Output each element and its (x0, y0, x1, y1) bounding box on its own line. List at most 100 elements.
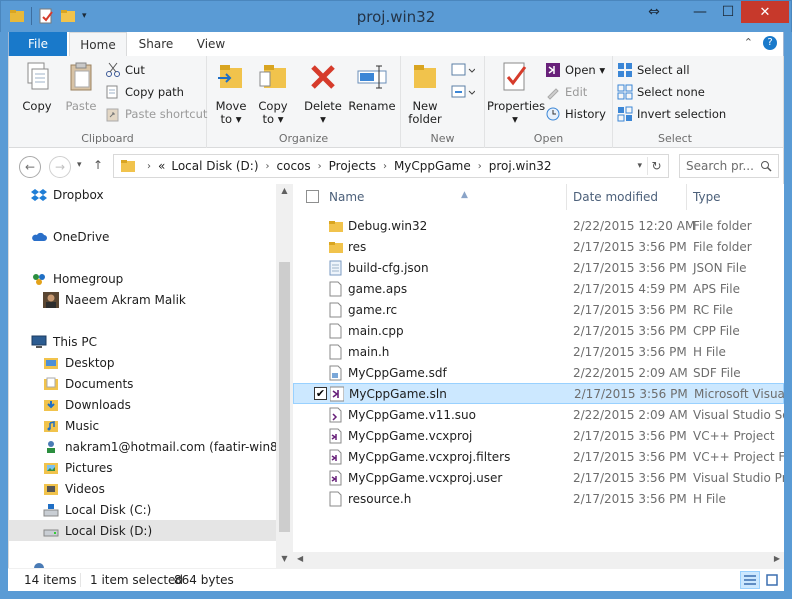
select-none-icon (617, 84, 633, 100)
rename-icon (357, 65, 387, 89)
new-folder-button[interactable]: New folder (405, 60, 445, 126)
open-button[interactable]: Open ▾ (545, 60, 605, 80)
minimize-ribbon-icon[interactable]: ⌃ (744, 36, 753, 50)
tab-share[interactable]: Share (131, 32, 181, 56)
recent-locations-chevron-icon[interactable]: ▾ (77, 160, 82, 170)
nav-pane-scroll-thumb[interactable] (279, 262, 290, 532)
large-icons-view-button[interactable] (762, 571, 782, 589)
nav-item-local-disk-c[interactable]: Local Disk (C:) (43, 499, 151, 520)
tab-home[interactable]: Home (69, 32, 127, 56)
nav-item-videos[interactable]: Videos (43, 478, 105, 499)
select-none-button[interactable]: Select none (617, 82, 705, 102)
search-box[interactable]: Search pr... (679, 154, 779, 178)
paste-button[interactable]: Paste (61, 60, 101, 113)
file-list-horizontal-scrollbar[interactable]: ◀ ▶ (293, 552, 784, 568)
delete-button[interactable]: Delete ▾ (301, 60, 345, 126)
details-view-button[interactable] (740, 571, 760, 589)
file-row[interactable]: MyCppGame.v11.suo 2/22/2015 2:09 AM Visual… (293, 404, 784, 425)
breadcrumb-overflow[interactable]: « (158, 159, 165, 173)
file-row[interactable]: MyCppGame.sdf 2/22/2015 2:09 AM SDF File (293, 362, 784, 383)
history-button[interactable]: History (545, 104, 606, 124)
nav-item-downloads[interactable]: Downloads (43, 394, 131, 415)
new-item-icon[interactable] (451, 62, 475, 78)
breadcrumb-chevron-icon[interactable]: › (478, 161, 482, 172)
breadcrumb-proj-win32[interactable]: proj.win32 (489, 159, 552, 173)
maximize-button[interactable]: ☐ (715, 1, 741, 23)
rename-button[interactable]: Rename (347, 60, 397, 113)
file-row[interactable]: game.aps 2/17/2015 4:59 PM APS File (293, 278, 784, 299)
file-row[interactable]: main.h 2/17/2015 3:56 PM H File (293, 341, 784, 362)
close-button[interactable]: ✕ (741, 1, 789, 23)
nav-item-pictures[interactable]: Pictures (43, 457, 113, 478)
column-header-type[interactable]: Type (687, 184, 784, 210)
nav-pane-scrollbar[interactable]: ▲ ▼ (276, 184, 293, 568)
address-dropdown-icon[interactable]: ▾ (637, 161, 642, 171)
select-all-checkbox[interactable] (306, 190, 319, 203)
file-row[interactable]: resource.h 2/17/2015 3:56 PM H File (293, 488, 784, 509)
file-row[interactable]: game.rc 2/17/2015 3:56 PM RC File (293, 299, 784, 320)
file-row[interactable]: res 2/17/2015 3:56 PM File folder (293, 236, 784, 257)
nav-item-homegroup[interactable]: Homegroup (31, 268, 123, 289)
file-row[interactable]: main.cpp 2/17/2015 3:56 PM CPP File (293, 320, 784, 341)
file-name-cell: res (329, 239, 366, 255)
breadcrumb-chevron-icon[interactable]: › (383, 161, 387, 172)
breadcrumb-mycppgame[interactable]: MyCppGame (394, 159, 471, 173)
edit-button[interactable]: Edit (545, 82, 587, 102)
move-to-button[interactable]: Move to ▾ (211, 60, 251, 126)
paste-shortcut-button[interactable]: Paste shortcut (105, 104, 207, 124)
minimize-button[interactable]: — (685, 1, 715, 23)
file-row[interactable]: MyCppGame.vcxproj 2/17/2015 3:56 PM VC++ P… (293, 425, 784, 446)
network-icon[interactable] (31, 560, 47, 568)
file-row[interactable]: build-cfg.json 2/17/2015 3:56 PM JSON File (293, 257, 784, 278)
breadcrumb-chevron-icon[interactable]: › (266, 161, 270, 172)
refresh-icon[interactable]: ↻ (647, 157, 665, 175)
nav-item-dropbox[interactable]: Dropbox (31, 184, 104, 205)
cut-button[interactable]: Cut (105, 60, 145, 80)
copy-path-button[interactable]: Copy path (105, 82, 184, 102)
help-icon[interactable]: ? (763, 36, 777, 50)
nav-item-network-user[interactable]: nakram1@hotmail.com (faatir-win8) (43, 436, 276, 457)
file-name: MyCppGame.sln (349, 386, 447, 401)
breadcrumb-local-disk-d[interactable]: Local Disk (D:) (171, 159, 258, 173)
nav-item-user[interactable]: Naeem Akram Malik (43, 289, 186, 310)
copy-to-button[interactable]: Copy to ▾ (253, 60, 293, 126)
scroll-down-arrow-icon[interactable]: ▼ (279, 554, 290, 563)
breadcrumb-chevron-icon[interactable]: › (147, 161, 151, 172)
breadcrumb-cocos[interactable]: cocos (277, 159, 311, 173)
nav-item-onedrive[interactable]: OneDrive (31, 226, 109, 247)
up-button[interactable]: ↑ (93, 158, 103, 172)
properties-button[interactable]: Properties ▾ (487, 60, 545, 126)
music-folder-icon (44, 420, 58, 432)
scroll-up-arrow-icon[interactable]: ▲ (279, 186, 290, 195)
column-header-date[interactable]: Date modified (567, 184, 687, 210)
nav-item-documents[interactable]: Documents (43, 373, 133, 394)
row-checkbox[interactable]: ✔ (314, 387, 327, 400)
file-row[interactable]: MyCppGame.vcxproj.user 2/17/2015 3:56 PM V… (293, 467, 784, 488)
scroll-right-arrow-icon[interactable]: ▶ (774, 554, 780, 563)
nav-item-music[interactable]: Music (43, 415, 99, 436)
copy-button[interactable]: Copy (15, 60, 59, 113)
nav-label-user: Naeem Akram Malik (65, 292, 186, 307)
file-row[interactable]: ✔ MyCppGame.sln 2/17/2015 3:56 PM Microsoft… (293, 383, 784, 404)
back-button[interactable]: ← (19, 156, 41, 178)
nav-item-local-disk-d[interactable]: Local Disk (D:) (9, 520, 276, 541)
tab-view[interactable]: View (189, 32, 233, 56)
scroll-left-arrow-icon[interactable]: ◀ (297, 554, 303, 563)
breadcrumb-chevron-icon[interactable]: › (318, 161, 322, 172)
nav-item-desktop[interactable]: Desktop (43, 352, 115, 373)
nav-item-this-pc[interactable]: This PC (31, 331, 97, 352)
file-name-cell: MyCppGame.v11.suo (329, 407, 476, 423)
nav-label-documents: Documents (65, 376, 134, 391)
file-row[interactable]: Debug.win32 2/22/2015 12:20 AM File folder (293, 215, 784, 236)
breadcrumb-projects[interactable]: Projects (329, 159, 376, 173)
select-all-button[interactable]: Select all (617, 60, 690, 80)
easy-access-icon[interactable] (451, 84, 475, 100)
file-row[interactable]: MyCppGame.vcxproj.filters 2/17/2015 3:56 … (293, 446, 784, 467)
file-type: VC++ Project (693, 428, 775, 443)
address-bar[interactable]: › « Local Disk (D:) › cocos › Projects ›… (113, 154, 669, 178)
column-header-name[interactable]: ▲ Name (323, 184, 567, 210)
title-bar[interactable]: ▾ proj.win32 ⇔ — ☐ ✕ (0, 0, 792, 32)
forward-button[interactable]: → (49, 156, 71, 178)
invert-selection-button[interactable]: Invert selection (617, 104, 726, 124)
tab-file[interactable]: File (9, 32, 67, 56)
